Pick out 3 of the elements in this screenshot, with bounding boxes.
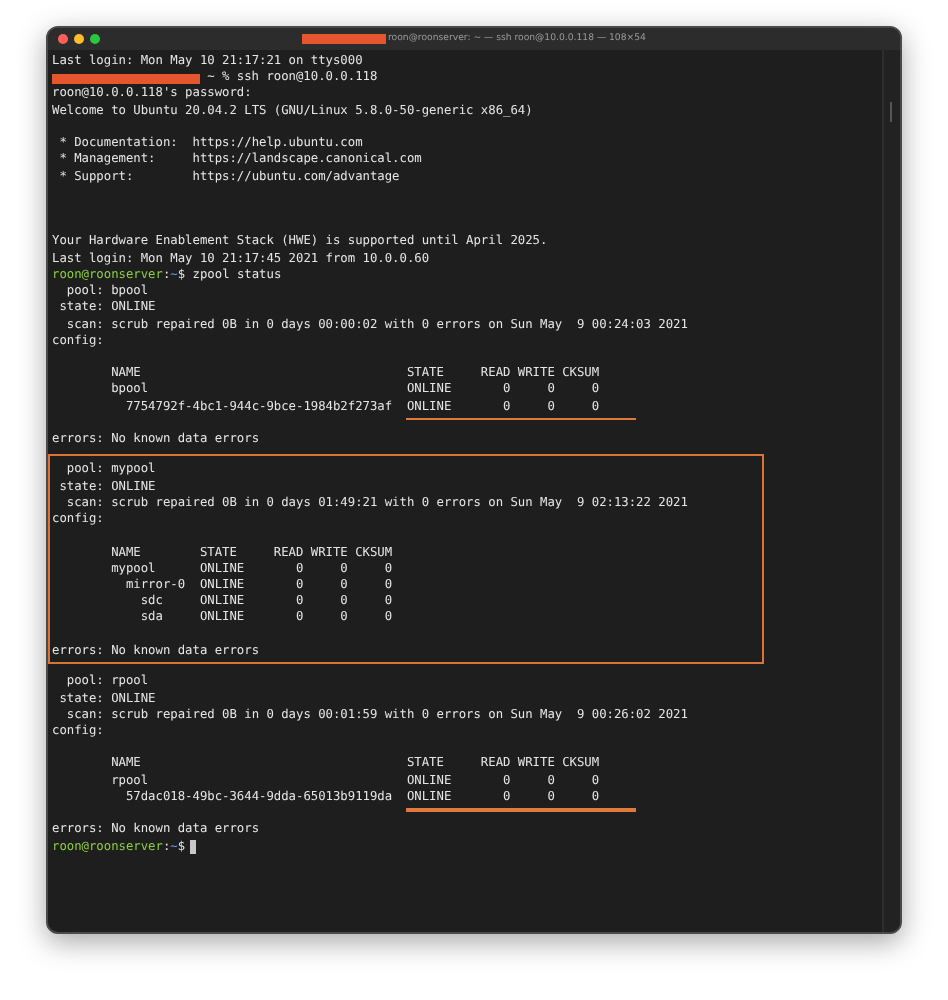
maximize-icon[interactable]: [90, 34, 100, 44]
minimize-icon[interactable]: [74, 34, 84, 44]
close-icon[interactable]: [58, 34, 68, 44]
